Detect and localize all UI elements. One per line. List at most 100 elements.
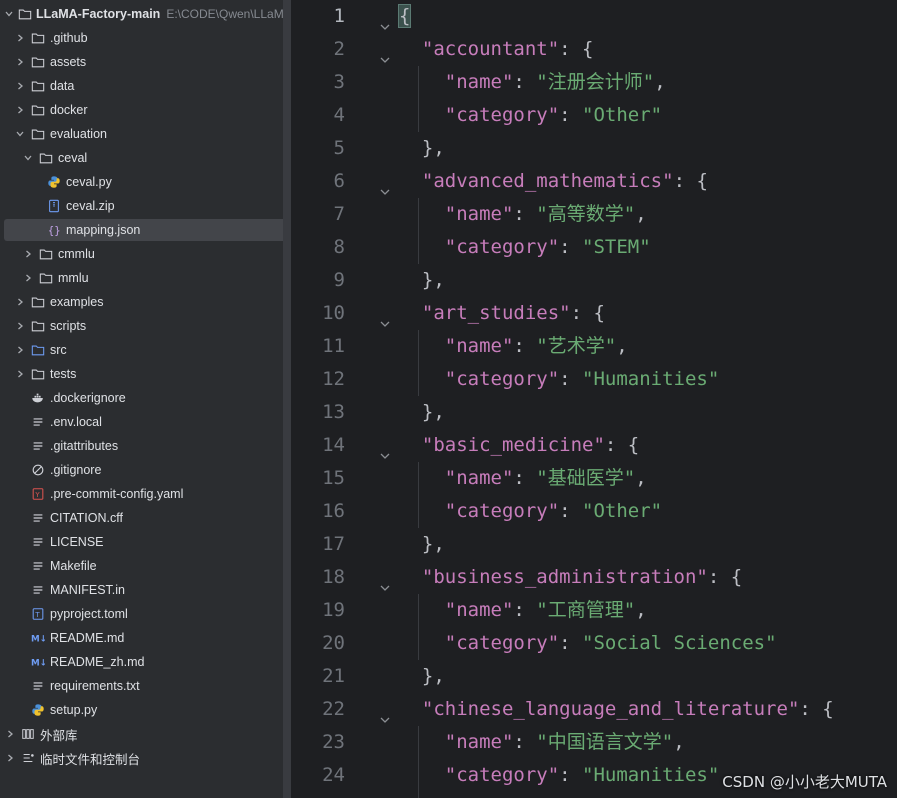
code-text: }, bbox=[399, 660, 445, 693]
json-key: "advanced_mathematics" bbox=[421, 170, 674, 192]
tree-item[interactable]: assets bbox=[4, 51, 283, 73]
tree-item[interactable]: cmmlu bbox=[4, 243, 283, 265]
tree-item-label: mmlu bbox=[58, 271, 89, 285]
external-libraries[interactable]: 外部库 bbox=[4, 723, 279, 745]
chevron-right-icon[interactable] bbox=[14, 368, 26, 380]
tree-item[interactable]: requirements.txt bbox=[4, 675, 283, 697]
tree-item[interactable]: .dockerignore bbox=[4, 387, 283, 409]
code-editor[interactable]: 1{2 "accountant": {3 "name": "注册会计师", 4 "… bbox=[299, 0, 897, 798]
scratches-and-consoles[interactable]: 临时文件和控制台 bbox=[4, 747, 279, 769]
source-folder-icon bbox=[30, 342, 46, 358]
code-line[interactable]: 22 "chinese_language_and_literature": { bbox=[299, 693, 897, 726]
fold-chevron-icon[interactable] bbox=[379, 11, 391, 30]
chevron-right-icon[interactable] bbox=[14, 56, 26, 68]
chevron-right-icon[interactable] bbox=[22, 248, 34, 260]
code-line[interactable]: 2 "accountant": { bbox=[299, 33, 897, 66]
code-line[interactable]: 5 }, bbox=[299, 132, 897, 165]
svg-text:{}: {} bbox=[48, 225, 61, 237]
code-line[interactable]: 20 "category": "Social Sciences" bbox=[299, 627, 897, 660]
project-path: E:\CODE\Qwen\LLaMA bbox=[166, 7, 283, 21]
tree-item[interactable]: M↓ README_zh.md bbox=[4, 651, 283, 673]
tree-item[interactable]: tests bbox=[4, 363, 283, 385]
json-key: "category" bbox=[444, 368, 560, 390]
code-line[interactable]: 15 "name": "基础医学", bbox=[299, 462, 897, 495]
tree-item[interactable]: M↓ README.md bbox=[4, 627, 283, 649]
text-file-icon bbox=[30, 558, 46, 574]
code-line[interactable]: 10 "art_studies": { bbox=[299, 297, 897, 330]
tree-item[interactable]: setup.py bbox=[4, 699, 283, 721]
scrollbar[interactable] bbox=[283, 0, 291, 798]
code-line[interactable]: 14 "basic_medicine": { bbox=[299, 429, 897, 462]
code-line[interactable]: 12 "category": "Humanities" bbox=[299, 363, 897, 396]
chevron-right-icon[interactable] bbox=[4, 752, 16, 764]
code-line[interactable]: 1{ bbox=[299, 0, 897, 33]
tree-item[interactable]: Makefile bbox=[4, 555, 283, 577]
chevron-right-icon[interactable] bbox=[14, 296, 26, 308]
fold-chevron-icon[interactable] bbox=[379, 440, 391, 459]
json-punctuation: , bbox=[635, 467, 647, 489]
line-number: 6 bbox=[333, 170, 345, 192]
code-line[interactable]: 4 "category": "Other" bbox=[299, 99, 897, 132]
tree-item[interactable]: scripts bbox=[4, 315, 283, 337]
tree-item[interactable]: ceval.py bbox=[4, 171, 283, 193]
code-line[interactable]: 9 }, bbox=[299, 264, 897, 297]
tree-item[interactable]: ceval bbox=[4, 147, 283, 169]
project-root[interactable]: LLaMA-Factory-main E:\CODE\Qwen\LLaMA bbox=[4, 3, 283, 25]
code-line[interactable]: 8 "category": "STEM" bbox=[299, 231, 897, 264]
fold-chevron-icon[interactable] bbox=[379, 176, 391, 195]
fold-chevron-icon[interactable] bbox=[379, 704, 391, 723]
tree-item[interactable]: Y .pre-commit-config.yaml bbox=[4, 483, 283, 505]
chevron-right-icon[interactable] bbox=[14, 344, 26, 356]
tree-item[interactable]: CITATION.cff bbox=[4, 507, 283, 529]
tree-item[interactable]: Tpyproject.toml bbox=[4, 603, 283, 625]
tree-item[interactable]: .env.local bbox=[4, 411, 283, 433]
chevron-right-icon[interactable] bbox=[14, 320, 26, 332]
chevron-right-icon[interactable] bbox=[14, 32, 26, 44]
json-key: "category" bbox=[444, 236, 560, 258]
code-line[interactable]: 17 }, bbox=[299, 528, 897, 561]
code-line[interactable]: 13 }, bbox=[299, 396, 897, 429]
tree-item[interactable]: mmlu bbox=[4, 267, 283, 289]
code-line[interactable]: 3 "name": "注册会计师", bbox=[299, 66, 897, 99]
json-punctuation bbox=[399, 368, 445, 390]
code-line[interactable]: 23 "name": "中国语言文学", bbox=[299, 726, 897, 759]
chevron-right-icon[interactable] bbox=[14, 80, 26, 92]
chevron-down-icon[interactable] bbox=[4, 8, 14, 20]
tree-item[interactable]: MANIFEST.in bbox=[4, 579, 283, 601]
code-line[interactable]: 16 "category": "Other" bbox=[299, 495, 897, 528]
fold-chevron-icon[interactable] bbox=[379, 572, 391, 591]
tree-item[interactable]: LICENSE bbox=[4, 531, 283, 553]
tree-item[interactable]: .github bbox=[4, 27, 283, 49]
tree-item-label: tests bbox=[50, 367, 77, 381]
line-number: 22 bbox=[322, 698, 345, 720]
toml-file-icon: T bbox=[30, 606, 46, 622]
code-line[interactable]: 21 }, bbox=[299, 660, 897, 693]
fold-chevron-icon[interactable] bbox=[379, 44, 391, 63]
json-string: "Social Sciences" bbox=[582, 632, 777, 654]
chevron-down-icon[interactable] bbox=[22, 152, 34, 164]
chevron-right-icon[interactable] bbox=[22, 272, 34, 284]
code-line[interactable]: 6 "advanced_mathematics": { bbox=[299, 165, 897, 198]
tree-item[interactable]: .gitattributes bbox=[4, 435, 283, 457]
tree-item[interactable]: examples bbox=[4, 291, 283, 313]
chevron-right-icon[interactable] bbox=[14, 104, 26, 116]
archive-file-icon bbox=[46, 198, 62, 214]
code-line[interactable]: 11 "name": "艺术学", bbox=[299, 330, 897, 363]
tree-item[interactable]: src bbox=[4, 339, 283, 361]
code-line[interactable]: 18 "business_administration": { bbox=[299, 561, 897, 594]
code-line[interactable]: 7 "name": "高等数学", bbox=[299, 198, 897, 231]
tree-item[interactable]: .gitignore bbox=[4, 459, 283, 481]
tree-item[interactable]: data bbox=[4, 75, 283, 97]
tree-item[interactable]: docker bbox=[4, 99, 283, 121]
tree-item[interactable]: ceval.zip bbox=[4, 195, 283, 217]
tree-item-label: README_zh.md bbox=[50, 655, 145, 669]
fold-chevron-icon[interactable] bbox=[379, 308, 391, 327]
json-punctuation: }, bbox=[399, 665, 445, 687]
tree-item[interactable]: evaluation bbox=[4, 123, 283, 145]
code-line[interactable]: 19 "name": "工商管理", bbox=[299, 594, 897, 627]
tree-item[interactable]: {} mapping.json bbox=[4, 219, 283, 241]
json-punctuation: : bbox=[559, 764, 583, 786]
chevron-down-icon[interactable] bbox=[14, 128, 26, 140]
chevron-right-icon[interactable] bbox=[4, 728, 16, 740]
